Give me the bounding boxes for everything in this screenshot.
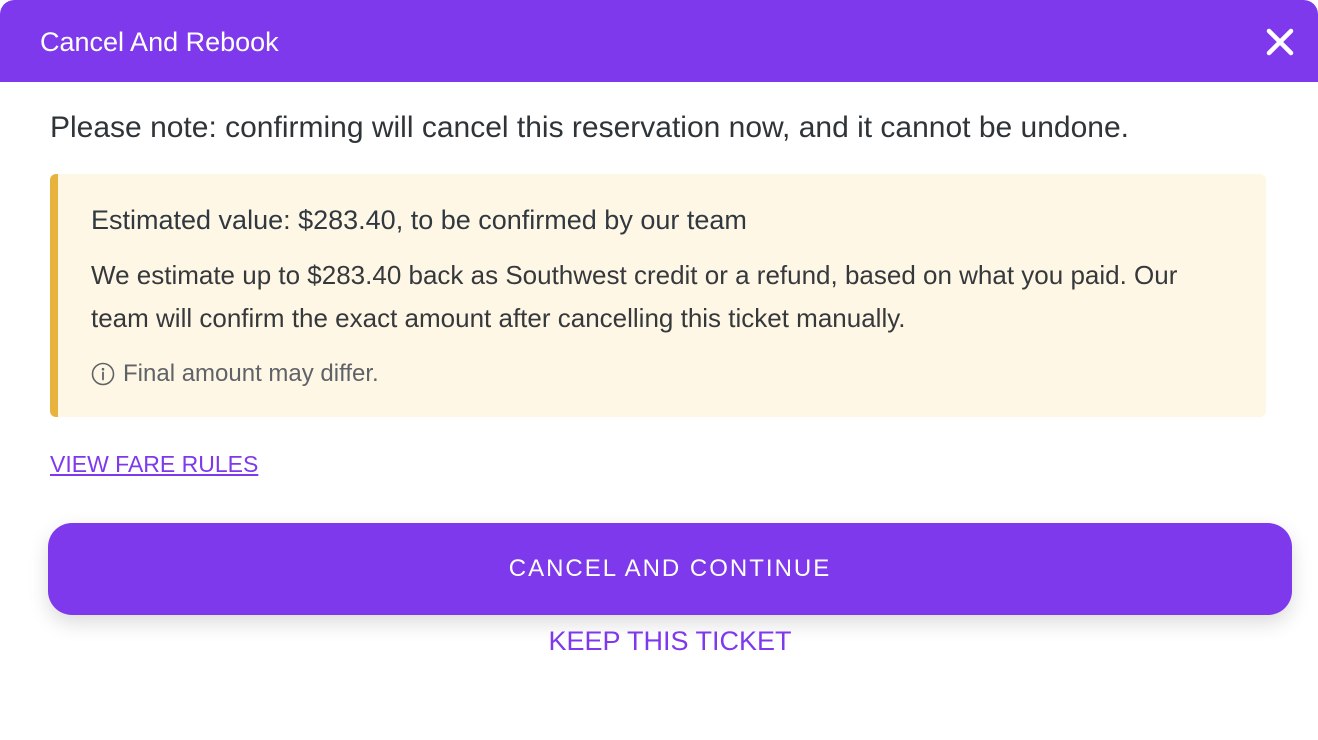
close-icon [1266,28,1294,56]
estimate-note-text: Final amount may differ. [123,360,379,387]
estimate-callout: Estimated value: $283.40, to be confirme… [50,174,1266,417]
modal-header: Cancel And Rebook [0,0,1318,82]
cancellation-notice: Please note: confirming will cancel this… [50,111,1129,144]
keep-ticket-button[interactable]: KEEP THIS TICKET [500,622,840,660]
estimate-description: We estimate up to $283.40 back as Southw… [91,260,1178,333]
view-fare-rules-link[interactable]: VIEW FARE RULES [50,449,258,479]
close-button[interactable] [1260,22,1300,62]
cancel-and-continue-button[interactable]: CANCEL AND CONTINUE [48,523,1292,615]
estimate-note: Final amount may differ. [91,358,379,390]
cancel-rebook-modal: Cancel And Rebook Please note: confirmin… [0,0,1318,740]
estimate-title: Estimated value: $283.40, to be confirme… [91,205,747,235]
info-icon [91,362,115,386]
modal-title: Cancel And Rebook [40,27,279,57]
